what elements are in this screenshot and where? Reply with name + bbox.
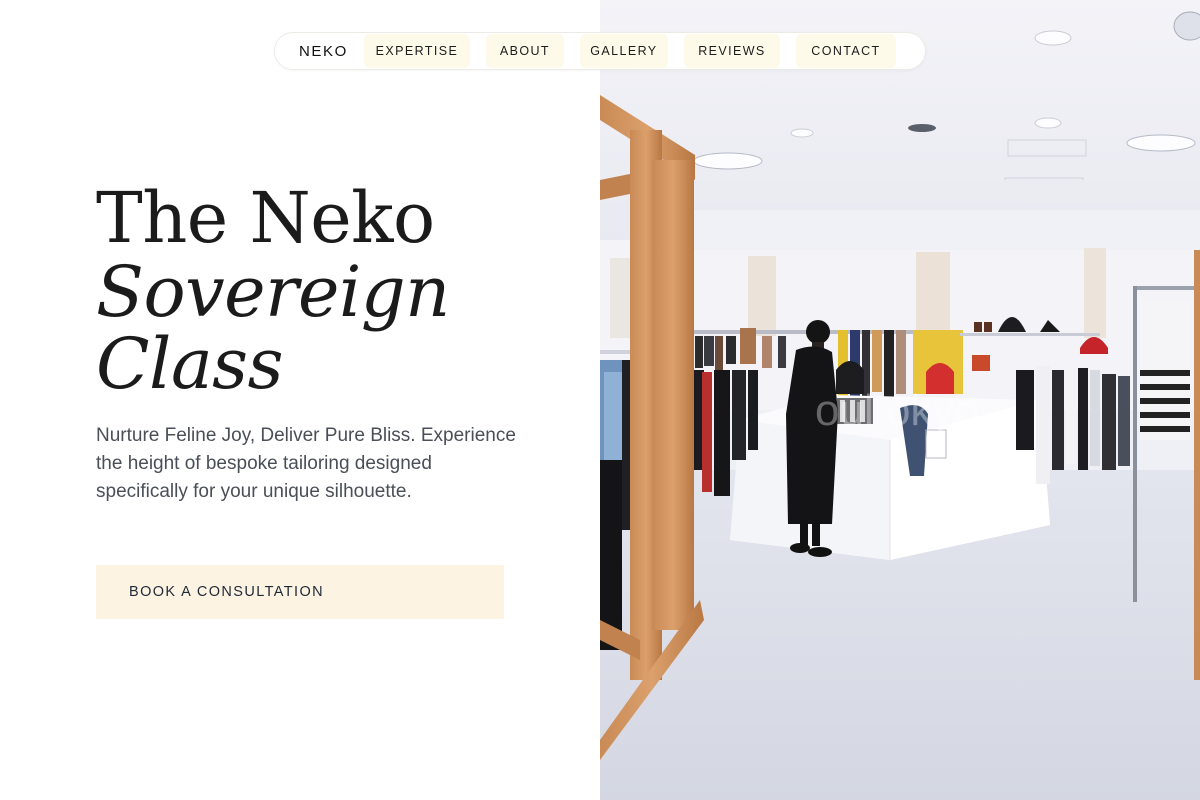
nav-link-reviews[interactable]: REVIEWS	[683, 34, 780, 68]
hero-title-line-2: Sovereign	[96, 251, 450, 333]
nav-link-about[interactable]: ABOUT	[485, 34, 564, 68]
photo-watermark: oul okyo	[815, 386, 979, 435]
brand-logo[interactable]: NEKO	[299, 43, 348, 60]
hero-title: The Neko Sovereign Class	[96, 180, 450, 400]
top-navigation: NEKO EXPERTISE ABOUT GALLERY REVIEWS CON…	[274, 32, 926, 70]
nav-link-contact[interactable]: CONTACT	[795, 34, 896, 68]
nav-link-gallery[interactable]: GALLERY	[579, 34, 668, 68]
hero-subtitle: Nurture Feline Joy, Deliver Pure Bliss. …	[96, 425, 516, 502]
boutique-photo: oul okyo	[600, 0, 1200, 800]
hero-title-line-3: Class	[96, 323, 284, 405]
nav-link-expertise[interactable]: EXPERTISE	[363, 34, 470, 68]
book-consultation-button[interactable]: BOOK A CONSULTATION	[96, 565, 504, 619]
hero-panel: The Neko Sovereign Class Nurture Feline …	[0, 0, 600, 800]
hero-title-line-1: The Neko	[96, 177, 435, 259]
